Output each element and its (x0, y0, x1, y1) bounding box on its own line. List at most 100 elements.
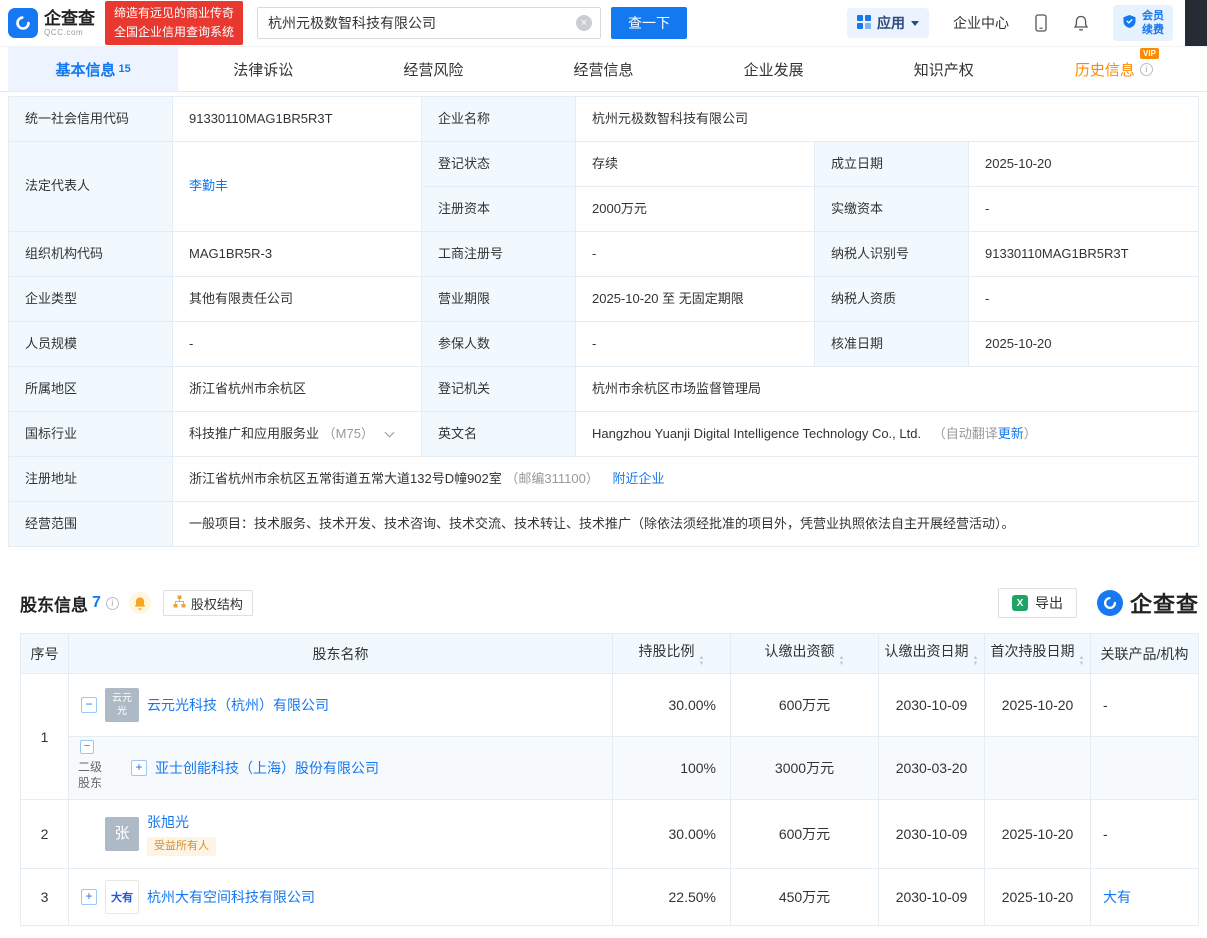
english-name-value: Hangzhou Yuanji Digital Intelligence Tec… (576, 412, 1199, 457)
excel-icon: X (1012, 595, 1028, 611)
qcc-brand-icon (1097, 590, 1123, 616)
shareholder-name-link[interactable]: 杭州大有空间科技有限公司 (147, 887, 315, 907)
shareholders-count[interactable]: 7 (92, 594, 101, 612)
col-ratio[interactable]: 持股比例 (613, 634, 731, 674)
tab-company-development[interactable]: 企业发展 (689, 47, 859, 91)
staff-size-label: 人员规模 (9, 322, 173, 367)
search-button[interactable]: 查一下 (611, 7, 687, 39)
sort-icon[interactable] (1079, 655, 1085, 667)
taxpayer-id-value: 91330110MAG1BR5R3T (969, 232, 1199, 277)
slogan-banner: 缔造有远见的商业传奇 全国企业信用查询系统 (105, 1, 243, 44)
amount-date-value: 2030-10-09 (879, 800, 985, 869)
amount-date-value: 2030-10-09 (879, 674, 985, 737)
beneficial-owner-tag: 受益所有人 (147, 837, 216, 855)
staff-size-value: - (173, 322, 422, 367)
company-name-label: 企业名称 (422, 97, 576, 142)
export-button[interactable]: X 导出 (998, 588, 1077, 618)
approval-date-label: 核准日期 (815, 322, 969, 367)
basic-info-table: 统一社会信用代码 91330110MAG1BR5R3T 企业名称 杭州元极数智科… (8, 96, 1199, 547)
biz-term-value: 2025-10-20 至 无固定期限 (576, 277, 815, 322)
industry-label: 国标行业 (9, 412, 173, 457)
authority-value: 杭州市余杭区市场监督管理局 (576, 367, 1199, 412)
table-subrow: 二级股东 亚士创能科技（上海）股份有限公司 100% 3000万元 2030-0… (21, 737, 1199, 800)
company-type-value: 其他有限责任公司 (173, 277, 422, 322)
mobile-phone-icon[interactable] (1033, 14, 1049, 33)
clear-search-icon[interactable]: × (576, 15, 592, 31)
related-product-link[interactable]: 大有 (1103, 889, 1131, 905)
top-header: 企查查 QCC.com 缔造有远见的商业传奇 全国企业信用查询系统 × 查一下 … (0, 0, 1207, 46)
collapse-sub-icon[interactable] (80, 740, 94, 754)
credit-code-value: 91330110MAG1BR5R3T (173, 97, 422, 142)
chevron-down-icon[interactable] (384, 427, 394, 437)
col-no: 序号 (21, 634, 69, 674)
insured-count-value: - (576, 322, 815, 367)
shareholder-name-link[interactable]: 亚士创能科技（上海）股份有限公司 (155, 758, 379, 778)
company-type-label: 企业类型 (9, 277, 173, 322)
collapse-icon[interactable] (81, 697, 97, 713)
first-date-value: 2025-10-20 (985, 800, 1091, 869)
taxpayer-id-label: 纳税人识别号 (815, 232, 969, 277)
app-menu-label: 应用 (877, 13, 905, 33)
col-first-date[interactable]: 首次持股日期 (985, 634, 1091, 674)
amount-value: 600万元 (731, 800, 879, 869)
qcc-logo-icon (8, 8, 38, 38)
slogan-line2: 全国企业信用查询系统 (114, 23, 234, 42)
insured-count-label: 参保人数 (422, 322, 576, 367)
tab-operation-info[interactable]: 经营信息 (518, 47, 688, 91)
tab-legal-litigation[interactable]: 法律诉讼 (178, 47, 348, 91)
address-value: 浙江省杭州市余杭区五常街道五常大道132号D幢902室 （邮编311100） 附… (173, 457, 1199, 502)
taxpayer-quali-value: - (969, 277, 1199, 322)
expand-icon[interactable] (81, 889, 97, 905)
qcc-watermark-logo: 企查查 (1097, 587, 1199, 619)
vip-renew-button[interactable]: 会员 续费 (1113, 5, 1173, 42)
equity-structure-icon (173, 595, 186, 611)
qcc-brand-text: 企查查 (1130, 587, 1199, 619)
info-icon[interactable] (1140, 63, 1153, 76)
tab-basic-info-count: 15 (118, 63, 130, 75)
notification-bell-icon[interactable] (1073, 15, 1089, 32)
app-menu-button[interactable]: 应用 (847, 8, 929, 38)
shareholder-name-link[interactable]: 张旭光 (147, 812, 189, 832)
translate-update-link[interactable]: 更新 (998, 426, 1024, 441)
tab-operation-risk[interactable]: 经营风险 (348, 47, 518, 91)
shareholders-section: 股东信息 7 股权结构 X 导出 企查查 (20, 587, 1199, 926)
address-label: 注册地址 (9, 457, 173, 502)
english-name-label: 英文名 (422, 412, 576, 457)
sort-icon[interactable] (699, 655, 705, 667)
first-date-value: 2025-10-20 (985, 869, 1091, 926)
chevron-down-icon (911, 21, 919, 26)
sub-level-label: 二级股东 (74, 759, 106, 791)
qcc-logo[interactable]: 企查查 QCC.com (8, 8, 95, 38)
sort-icon[interactable] (839, 655, 845, 667)
section-tabs: 基本信息 15 法律诉讼 经营风险 经营信息 企业发展 知识产权 历史信息 VI… (0, 46, 1207, 92)
equity-structure-button[interactable]: 股权结构 (163, 590, 253, 616)
monitor-bell-icon[interactable] (129, 592, 151, 614)
ratio-value: 22.50% (613, 869, 731, 926)
region-label: 所属地区 (9, 367, 173, 412)
col-amount-date[interactable]: 认缴出资日期 (879, 634, 985, 674)
vip-tag: VIP (1140, 48, 1159, 59)
sort-icon[interactable] (973, 655, 979, 667)
shareholders-table: 序号 股东名称 持股比例 认缴出资额 认缴出资日期 首次持股日期 关联产品/机构… (20, 633, 1199, 926)
nearby-companies-link[interactable]: 附近企业 (612, 471, 664, 486)
first-date-value: 2025-10-20 (985, 674, 1091, 737)
taxpayer-quali-label: 纳税人资质 (815, 277, 969, 322)
paid-capital-value: - (969, 187, 1199, 232)
expand-icon[interactable] (131, 760, 147, 776)
ratio-value: 30.00% (613, 800, 731, 869)
search-input[interactable] (257, 7, 601, 39)
col-amount[interactable]: 认缴出资额 (731, 634, 879, 674)
shareholder-name-link[interactable]: 云元光科技（杭州）有限公司 (147, 695, 329, 715)
biz-term-label: 营业期限 (422, 277, 576, 322)
legal-rep-link[interactable]: 李勤丰 (189, 178, 228, 193)
tab-basic-info[interactable]: 基本信息 15 (8, 47, 178, 91)
col-related: 关联产品/机构 (1091, 634, 1199, 674)
amount-date-value: 2030-10-09 (879, 869, 985, 926)
company-name-value: 杭州元极数智科技有限公司 (576, 97, 1199, 142)
col-name: 股东名称 (69, 634, 613, 674)
enterprise-center-link[interactable]: 企业中心 (953, 13, 1009, 33)
authority-label: 登记机关 (422, 367, 576, 412)
tab-history-info[interactable]: 历史信息 VIP (1029, 47, 1199, 91)
tab-intellectual-property[interactable]: 知识产权 (859, 47, 1029, 91)
info-icon[interactable] (106, 597, 119, 610)
